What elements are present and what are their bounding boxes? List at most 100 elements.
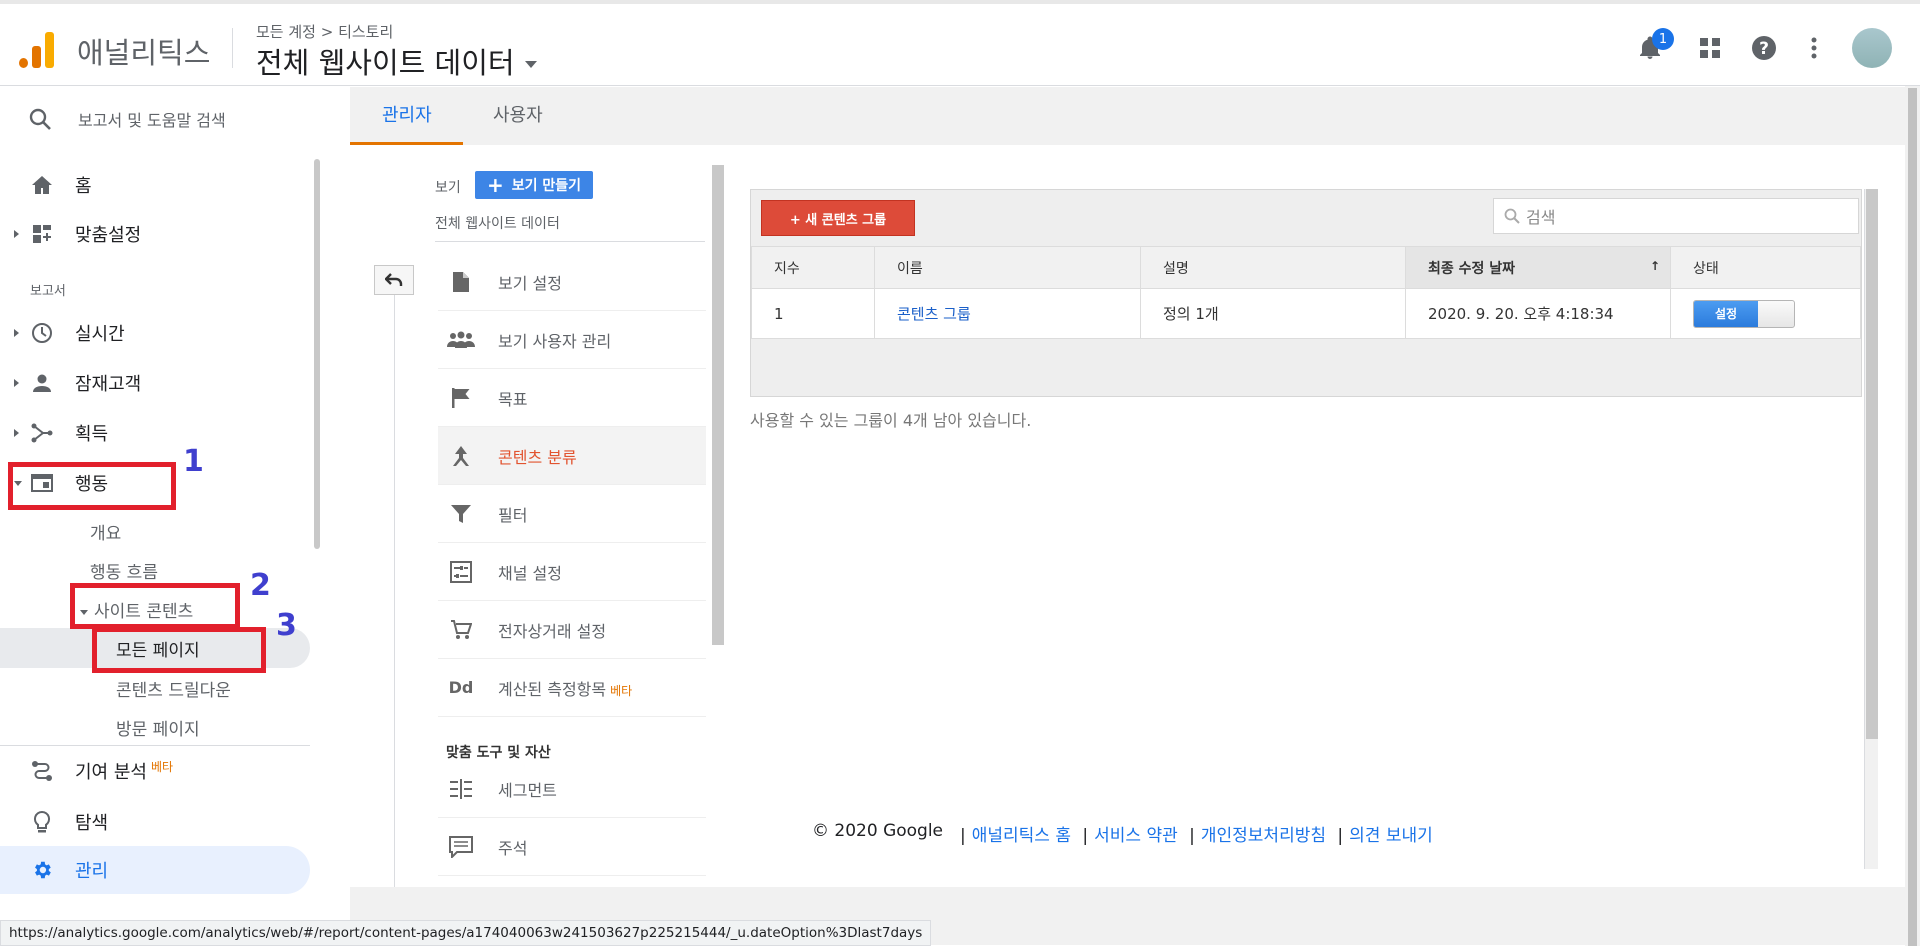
footer-link-feedback[interactable]: 의견 보내기 <box>1349 826 1433 846</box>
menu-calculated-metrics[interactable]: Dd 계산된 측정항목 베타 <box>438 659 706 717</box>
sidebar-search-placeholder: 보고서 및 도움말 검색 <box>78 111 226 130</box>
menu-goals[interactable]: 목표 <box>438 369 706 427</box>
tab-admin[interactable]: 관리자 <box>382 101 432 127</box>
browser-status-url: https://analytics.google.com/analytics/w… <box>0 920 932 946</box>
content-group-search[interactable]: 검색 <box>1493 198 1859 234</box>
view-label: 보기 <box>435 180 461 196</box>
footer-link-terms[interactable]: 서비스 약관 <box>1094 826 1178 846</box>
sidebar-search[interactable]: 보고서 및 도움말 검색 <box>28 107 226 131</box>
segments-icon <box>446 775 476 803</box>
person-icon <box>30 371 54 395</box>
menu-segments[interactable]: 세그먼트 <box>438 760 706 818</box>
content-grouping-icon <box>446 442 476 470</box>
menu-scrollbar[interactable] <box>712 165 724 645</box>
search-placeholder: 검색 <box>1526 208 1556 227</box>
gear-icon <box>30 858 54 882</box>
chevron-right-icon <box>14 379 19 387</box>
people-icon <box>446 326 476 354</box>
column-header-description[interactable]: 설명 <box>1140 246 1406 289</box>
footer-links: | 애널리틱스 홈 | 서비스 약관 | 개인정보처리방침 | 의견 보내기 <box>960 826 1433 846</box>
account-avatar[interactable] <box>1852 28 1892 68</box>
tab-user[interactable]: 사용자 <box>493 101 543 127</box>
toggle-on-label: 설정 <box>1694 300 1758 327</box>
document-icon <box>446 268 476 296</box>
annotation-label-1: 1 <box>183 444 204 479</box>
create-view-button[interactable]: + 보기 만들기 <box>475 171 594 199</box>
sidebar-item-content-drilldown[interactable]: 콘텐츠 드릴다운 <box>116 676 231 701</box>
shopping-cart-icon <box>446 616 476 644</box>
window-scrollbar[interactable] <box>1905 86 1920 946</box>
cell-description: 정의 1개 <box>1140 288 1406 339</box>
chevron-right-icon <box>14 230 19 238</box>
menu-channel-settings[interactable]: 채널 설정 <box>438 543 706 601</box>
search-icon <box>1504 208 1520 224</box>
content-groups-table: 지수 이름 설명 최종 수정 날짜 ↑ 상태 1 콘텐츠 그룹 정의 1개 20… <box>751 246 1861 339</box>
sidebar-item-behavior-flow[interactable]: 행동 흐름 <box>90 558 158 583</box>
cell-index: 1 <box>751 288 875 339</box>
attribution-path-icon <box>30 759 54 783</box>
menu-content-grouping[interactable]: 콘텐츠 분류 <box>438 427 706 485</box>
sidebar-scrollbar[interactable] <box>314 159 320 549</box>
cell-status: 설정 <box>1670 288 1861 339</box>
reports-section-label: 보고서 <box>30 284 66 299</box>
back-arrow-icon <box>385 273 403 286</box>
new-content-group-button[interactable]: + 새 콘텐츠 그룹 <box>761 200 915 236</box>
sidebar-item-landing-pages[interactable]: 방문 페이지 <box>116 715 200 740</box>
header-divider <box>232 28 233 68</box>
cell-name-link[interactable]: 콘텐츠 그룹 <box>874 288 1141 339</box>
footer-copyright: © 2020 Google <box>812 821 944 841</box>
filter-funnel-icon <box>446 500 476 528</box>
flag-icon <box>446 384 476 412</box>
collapse-back-button[interactable] <box>374 265 414 295</box>
plus-icon: + <box>487 173 504 197</box>
column-header-modified[interactable]: 최종 수정 날짜 ↑ <box>1405 246 1671 289</box>
beta-badge: 베타 <box>610 683 633 698</box>
timeline-line <box>394 295 395 887</box>
footer-link-privacy[interactable]: 개인정보처리방침 <box>1201 826 1326 846</box>
content-scrollbar-thumb[interactable] <box>1866 189 1878 739</box>
more-vert-icon[interactable] <box>1800 34 1828 62</box>
chevron-right-icon <box>14 429 19 437</box>
remaining-groups-note: 사용할 수 있는 그룹이 4개 남아 있습니다. <box>750 411 1032 430</box>
page-footer: © 2020 Google | 애널리틱스 홈 | 서비스 약관 | 개인정보처리방침… <box>0 815 1920 855</box>
admin-panel: 보기 + 보기 만들기 전체 웹사이트 데이터 보기 설정 보기 사용자 관리 … <box>350 145 1910 887</box>
acquisition-branch-icon <box>30 421 54 445</box>
chevron-right-icon <box>14 329 19 337</box>
search-icon <box>29 108 51 130</box>
home-icon <box>30 173 54 197</box>
apps-grid-icon[interactable] <box>1696 34 1724 62</box>
column-header-index[interactable]: 지수 <box>751 246 875 289</box>
sidebar-item-overview[interactable]: 개요 <box>90 519 121 544</box>
top-header: 애널리틱스 모든 계정 > 티스토리 전체 웹사이트 데이터 1 ? <box>0 0 1920 86</box>
cell-modified: 2020. 9. 20. 오후 4:18:34 <box>1405 288 1671 339</box>
analytics-logo-icon[interactable] <box>19 32 55 68</box>
app-name: 애널리틱스 <box>77 36 211 70</box>
sidebar-divider <box>0 745 310 746</box>
sort-arrow-up-icon: ↑ <box>1649 259 1660 273</box>
help-icon[interactable]: ? <box>1750 34 1778 62</box>
menu-view-settings[interactable]: 보기 설정 <box>438 253 706 311</box>
beta-badge: 베타 <box>150 760 174 774</box>
personal-tools-heading: 맞춤 도구 및 자산 <box>446 745 551 761</box>
status-toggle[interactable]: 설정 <box>1693 299 1795 328</box>
chevron-down-icon <box>524 60 537 68</box>
account-breadcrumb[interactable]: 모든 계정 > 티스토리 <box>256 21 393 42</box>
property-title: 전체 웹사이트 데이터 <box>256 46 515 80</box>
content-groups-box: + 새 콘텐츠 그룹 검색 지수 이름 설명 최종 수정 날짜 ↑ 상태 1 콘… <box>750 189 1862 397</box>
property-selector[interactable]: 전체 웹사이트 데이터 <box>256 40 537 82</box>
menu-view-user-management[interactable]: 보기 사용자 관리 <box>438 311 706 369</box>
column-header-status[interactable]: 상태 <box>1670 246 1861 289</box>
menu-ecommerce-settings[interactable]: 전자상거래 설정 <box>438 601 706 659</box>
annotation-box-3 <box>92 627 266 673</box>
annotation-label-3: 3 <box>276 608 297 643</box>
footer-link-analytics-home[interactable]: 애널리틱스 홈 <box>972 826 1071 846</box>
column-header-name[interactable]: 이름 <box>874 246 1141 289</box>
admin-tabs: 관리자 사용자 <box>350 87 1900 145</box>
view-name[interactable]: 전체 웹사이트 데이터 <box>435 213 705 242</box>
annotation-box-1 <box>8 462 176 510</box>
channel-settings-icon <box>446 558 476 586</box>
clock-icon <box>30 321 54 345</box>
calculated-metrics-icon: Dd <box>448 678 474 697</box>
dashboard-icon <box>30 222 54 246</box>
menu-filters[interactable]: 필터 <box>438 485 706 543</box>
